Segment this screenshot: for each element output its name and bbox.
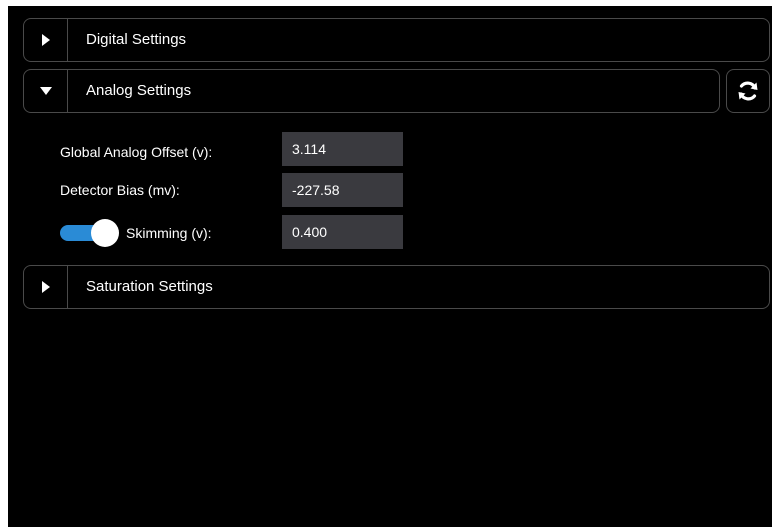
caret-down-icon [39, 87, 52, 95]
saturation-settings-expand-button[interactable] [24, 266, 68, 308]
skimming-input[interactable]: 0.400 [282, 215, 403, 249]
caret-right-icon [41, 281, 50, 293]
saturation-settings-label: Saturation Settings [86, 278, 213, 295]
skimming-label: Skimming (v): [126, 225, 212, 241]
analog-settings-section[interactable]: Analog Settings [23, 69, 720, 113]
global-analog-offset-label: Global Analog Offset (v): [60, 144, 213, 160]
digital-settings-label: Digital Settings [86, 31, 187, 48]
analog-settings-label: Analog Settings [86, 82, 192, 99]
skimming-toggle-knob [91, 219, 119, 247]
refresh-button[interactable] [726, 69, 770, 113]
caret-right-icon [41, 34, 50, 46]
skimming-toggle[interactable] [60, 219, 120, 247]
digital-settings-section[interactable]: Digital Settings [23, 18, 770, 62]
digital-settings-expand-button[interactable] [24, 19, 68, 61]
detector-bias-input[interactable]: -227.58 [282, 173, 403, 207]
saturation-settings-section[interactable]: Saturation Settings [23, 265, 770, 309]
global-analog-offset-input[interactable]: 3.114 [282, 132, 403, 166]
detector-bias-label: Detector Bias (mv): [60, 182, 180, 198]
refresh-icon [738, 81, 758, 101]
analog-settings-collapse-button[interactable] [24, 70, 68, 112]
